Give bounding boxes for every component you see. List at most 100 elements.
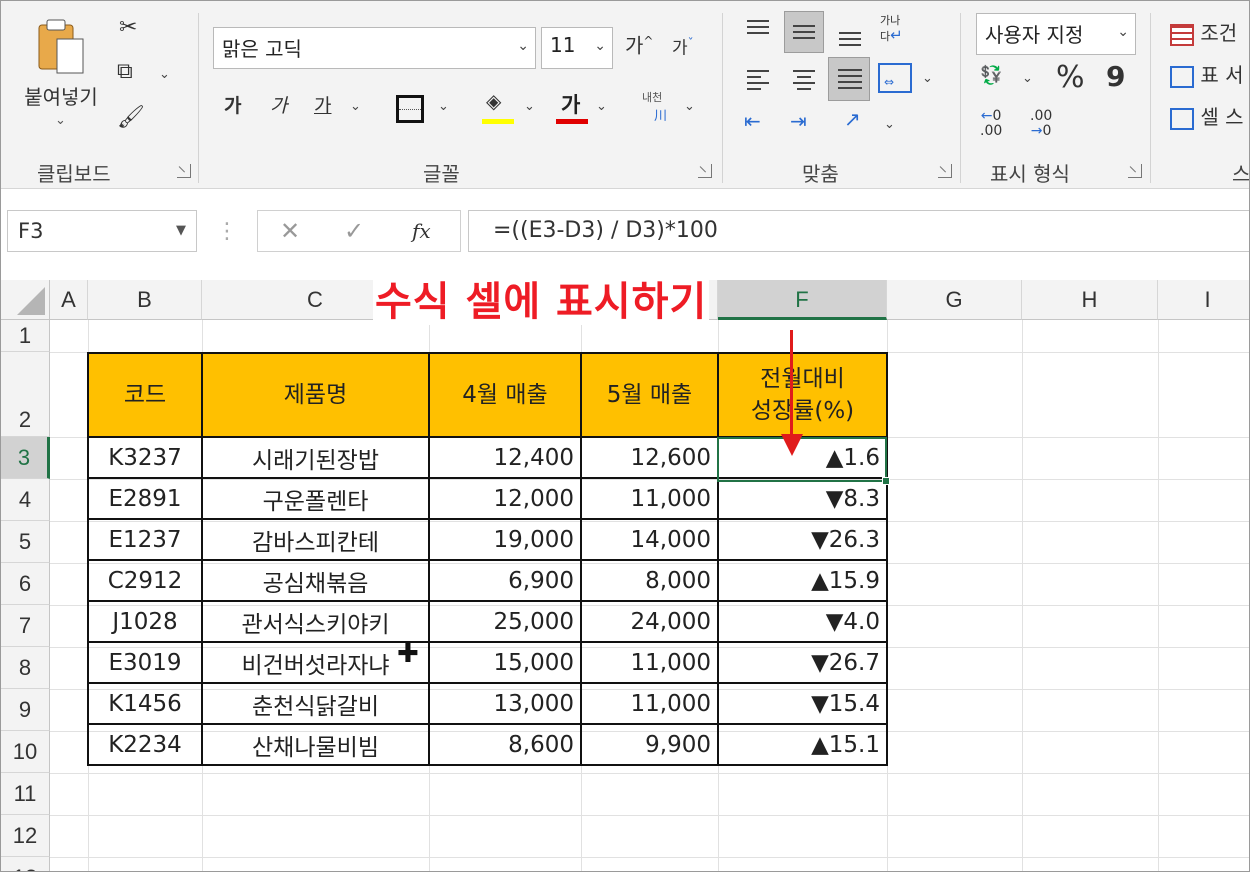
cut-icon[interactable]: ✂: [119, 17, 137, 39]
cell-name[interactable]: 시래기된장밥: [201, 436, 430, 479]
cell-growth[interactable]: ▼26.7: [717, 641, 888, 684]
row-header-2[interactable]: 2: [1, 352, 50, 437]
row-header-9[interactable]: 9: [1, 689, 50, 731]
merge-center-button[interactable]: ⇔: [878, 63, 912, 93]
conditional-format-button[interactable]: 조건: [1170, 17, 1249, 47]
row-header-10[interactable]: 10: [1, 731, 50, 773]
cell-may[interactable]: 24,000: [580, 600, 719, 643]
copy-icon[interactable]: ⧉: [117, 61, 133, 83]
row-header-3[interactable]: 3: [1, 437, 50, 479]
align-left-button[interactable]: [740, 59, 776, 99]
cell-may[interactable]: 11,000: [580, 682, 719, 725]
comma-button[interactable]: 9: [1106, 63, 1125, 91]
middle-align-button[interactable]: [784, 11, 824, 53]
cell-code[interactable]: K2234: [87, 723, 203, 766]
cell-may[interactable]: 11,000: [580, 641, 719, 684]
name-box[interactable]: F3 ▼: [7, 210, 197, 252]
cell-growth[interactable]: ▼4.0: [717, 600, 888, 643]
cell-name[interactable]: 관서식스키야키: [201, 600, 430, 643]
cancel-icon[interactable]: ✕: [280, 217, 300, 245]
cell-growth[interactable]: ▼26.3: [717, 518, 888, 561]
formula-input[interactable]: =((E3-D3) / D3)*100: [468, 210, 1249, 252]
fill-handle[interactable]: [882, 477, 890, 485]
cell-april[interactable]: 25,000: [428, 600, 582, 643]
cell-may[interactable]: 14,000: [580, 518, 719, 561]
currency-icon[interactable]: 💱: [980, 67, 1002, 85]
cell-growth[interactable]: ▼15.4: [717, 682, 888, 725]
row-header-13[interactable]: 13: [1, 857, 50, 871]
font-color-button[interactable]: 가: [556, 89, 588, 127]
cell-april[interactable]: 6,900: [428, 559, 582, 602]
shrink-font-button[interactable]: 가ˇ: [672, 37, 694, 58]
align-center-button[interactable]: [784, 59, 824, 99]
cell-growth[interactable]: ▼8.3: [717, 477, 888, 520]
header-cell-name[interactable]: 제품명: [201, 352, 430, 438]
header-cell-april[interactable]: 4월 매출: [428, 352, 582, 438]
increase-decimal-icon[interactable]: ←0.00: [980, 108, 1002, 140]
cell-code[interactable]: K1456: [87, 682, 203, 725]
font-size-combo[interactable]: 11 ⌄: [541, 27, 613, 69]
row-header-4[interactable]: 4: [1, 479, 50, 521]
column-header-i[interactable]: I: [1158, 280, 1249, 320]
row-header-12[interactable]: 12: [1, 815, 50, 857]
dialog-launcher-icon[interactable]: [1128, 164, 1142, 178]
cell-code[interactable]: E1237: [87, 518, 203, 561]
column-header-b[interactable]: B: [88, 280, 202, 320]
column-header-a[interactable]: A: [50, 280, 88, 320]
paste-button[interactable]: 붙여넣기 ⌄: [11, 15, 111, 133]
border-button[interactable]: [396, 95, 424, 123]
insert-function-button[interactable]: fx: [412, 219, 431, 243]
dialog-launcher-icon[interactable]: [938, 164, 952, 178]
cell-code[interactable]: E2891: [87, 477, 203, 520]
cell-name[interactable]: 춘천식닭갈비: [201, 682, 430, 725]
cell-april[interactable]: 12,000: [428, 477, 582, 520]
cell-code[interactable]: K3237: [87, 436, 203, 479]
header-cell-growth[interactable]: 전월대비 성장률(%): [717, 352, 888, 438]
cell-growth[interactable]: ▲15.1: [717, 723, 888, 766]
row-header-1[interactable]: 1: [1, 320, 50, 352]
top-align-button[interactable]: [740, 11, 776, 47]
cell-april[interactable]: 15,000: [428, 641, 582, 684]
italic-button[interactable]: 가: [270, 97, 287, 116]
align-right-button[interactable]: [828, 57, 870, 101]
bold-button[interactable]: 가: [224, 97, 241, 116]
row-header-11[interactable]: 11: [1, 773, 50, 815]
cell-name[interactable]: 공심채볶음: [201, 559, 430, 602]
format-table-button[interactable]: 표 서: [1170, 59, 1249, 89]
bottom-align-button[interactable]: [832, 11, 868, 51]
cell-code[interactable]: J1028: [87, 600, 203, 643]
wrap-text-button[interactable]: 가나 다↵: [880, 14, 916, 51]
column-header-f[interactable]: F: [718, 280, 887, 320]
orientation-icon[interactable]: ↗: [844, 109, 861, 129]
cell-name[interactable]: 구운폴렌타: [201, 477, 430, 520]
phonetic-button[interactable]: 내천 川: [642, 89, 682, 129]
row-header-7[interactable]: 7: [1, 605, 50, 647]
format-painter-icon[interactable]: 🖌: [117, 107, 145, 129]
column-header-g[interactable]: G: [887, 280, 1022, 320]
decrease-decimal-icon[interactable]: .00 →0: [1030, 108, 1052, 140]
row-header-8[interactable]: 8: [1, 647, 50, 689]
increase-indent-icon[interactable]: ⇥: [790, 111, 807, 131]
header-cell-code[interactable]: 코드: [87, 352, 203, 438]
column-header-h[interactable]: H: [1022, 280, 1158, 320]
underline-button[interactable]: 가: [314, 97, 331, 116]
cell-may[interactable]: 11,000: [580, 477, 719, 520]
select-all-button[interactable]: [1, 280, 50, 320]
cell-name[interactable]: 산채나물비빔: [201, 723, 430, 766]
cell-april[interactable]: 13,000: [428, 682, 582, 725]
cell-april[interactable]: 19,000: [428, 518, 582, 561]
dialog-launcher-icon[interactable]: [698, 164, 712, 178]
cell-growth[interactable]: ▲15.9: [717, 559, 888, 602]
formula-bar-grip[interactable]: ⋮: [216, 219, 238, 244]
row-header-6[interactable]: 6: [1, 563, 50, 605]
row-header-5[interactable]: 5: [1, 521, 50, 563]
header-cell-may[interactable]: 5월 매출: [580, 352, 719, 438]
cell-may[interactable]: 8,000: [580, 559, 719, 602]
cell-code[interactable]: E3019: [87, 641, 203, 684]
cell-april[interactable]: 8,600: [428, 723, 582, 766]
grow-font-button[interactable]: 가^: [625, 35, 653, 56]
percent-button[interactable]: %: [1056, 63, 1085, 93]
cell-may[interactable]: 9,900: [580, 723, 719, 766]
fill-color-button[interactable]: ◈: [482, 91, 514, 127]
cell-may[interactable]: 12,600: [580, 436, 719, 479]
